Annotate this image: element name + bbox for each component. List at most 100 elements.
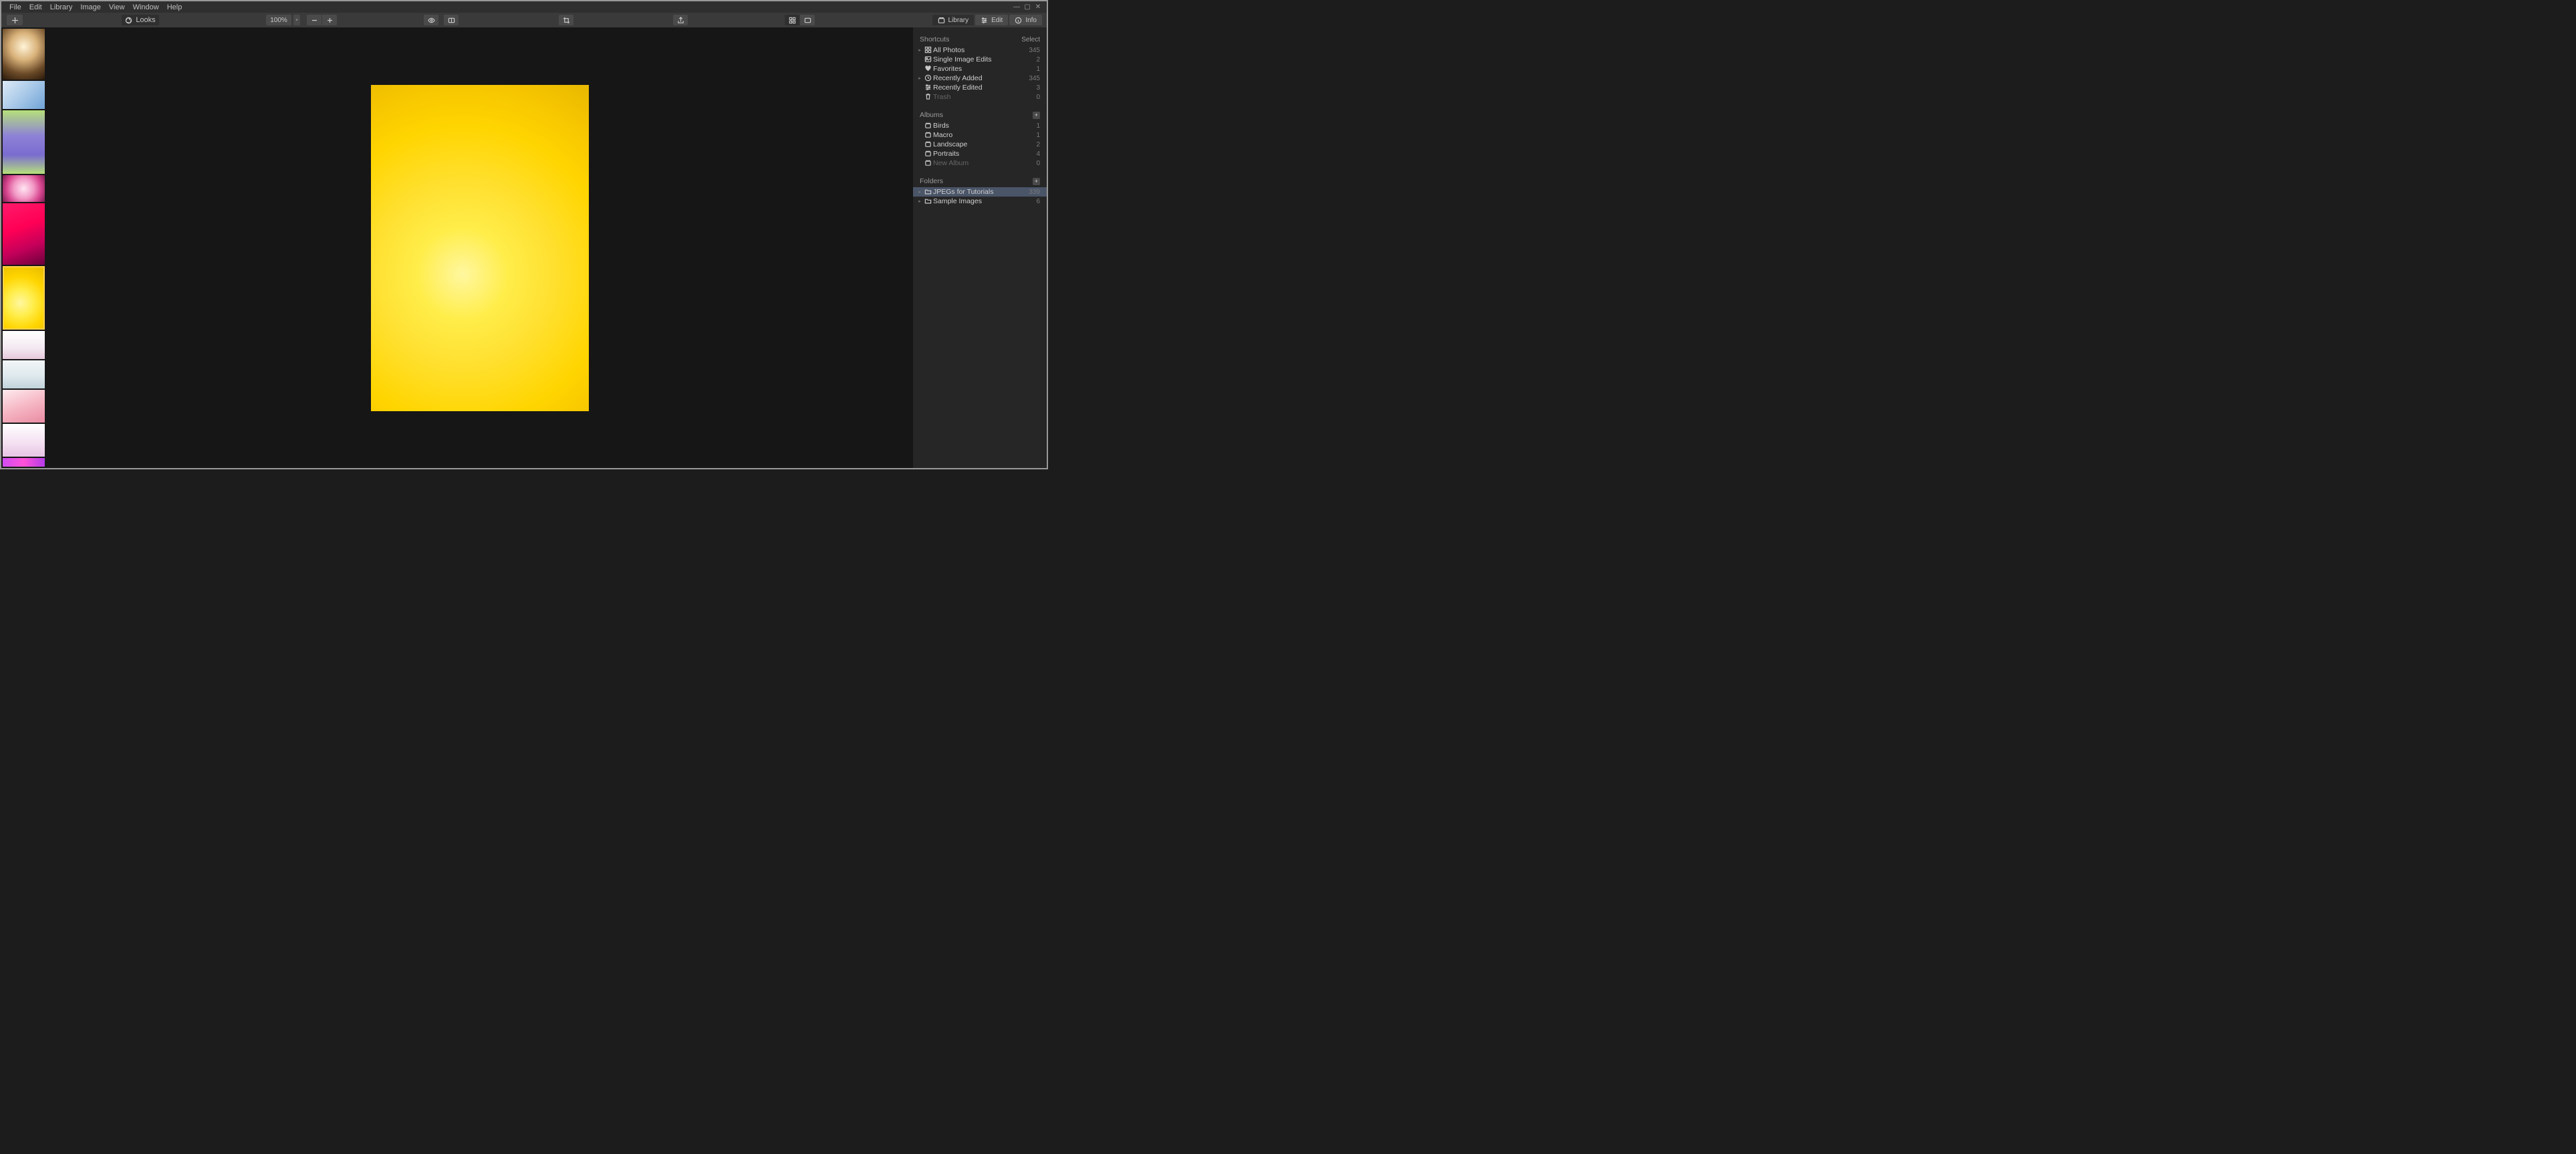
shortcut-item[interactable]: Single Image Edits2 — [913, 55, 1047, 64]
row-count: 1 — [1036, 66, 1040, 73]
crop-button[interactable] — [559, 15, 573, 25]
preview-toggle-button[interactable] — [424, 15, 438, 25]
library-panel: Shortcuts Select ▸All Photos345Single Im… — [913, 27, 1047, 468]
aperture-icon — [125, 17, 132, 24]
shortcuts-header: Shortcuts Select — [913, 31, 1047, 45]
add-folder-button[interactable]: + — [1033, 178, 1040, 185]
expand-arrow[interactable]: ▸ — [917, 189, 922, 195]
expand-arrow[interactable]: ▸ — [917, 199, 922, 204]
zoom-dropdown[interactable]: ▾ — [293, 15, 300, 25]
album-icon — [922, 140, 933, 149]
row-count: 339 — [1029, 189, 1040, 196]
album-icon — [922, 122, 933, 130]
crop-icon — [563, 17, 570, 24]
looks-label: Looks — [136, 16, 155, 24]
row-count: 4 — [1036, 150, 1040, 158]
album-item[interactable]: Birds1 — [913, 121, 1047, 130]
shortcut-item[interactable]: Recently Edited3 — [913, 83, 1047, 92]
sliders-icon — [922, 84, 933, 92]
album-icon — [922, 131, 933, 140]
menu-view[interactable]: View — [105, 3, 129, 11]
expand-arrow[interactable]: ▸ — [917, 47, 922, 53]
row-count: 1 — [1036, 132, 1040, 139]
heart-icon — [922, 65, 933, 74]
row-count: 2 — [1036, 56, 1040, 64]
thumbnail[interactable] — [3, 458, 45, 467]
mode-library[interactable]: Library — [932, 15, 975, 25]
row-label: Landscape — [933, 140, 1036, 148]
row-count: 345 — [1029, 47, 1040, 54]
thumbnail[interactable] — [3, 81, 45, 109]
share-icon — [677, 17, 684, 24]
menu-library[interactable]: Library — [46, 3, 77, 11]
looks-button[interactable]: Looks — [122, 15, 159, 25]
row-label: Trash — [933, 93, 1036, 101]
row-count: 2 — [1036, 141, 1040, 148]
row-label: Macro — [933, 131, 1036, 139]
thumbnail[interactable] — [3, 331, 45, 359]
thumbnail[interactable] — [3, 390, 45, 423]
add-album-button[interactable]: + — [1033, 112, 1040, 119]
single-view-button[interactable] — [800, 15, 815, 25]
thumbnail[interactable] — [3, 360, 45, 388]
compare-button[interactable] — [444, 15, 459, 25]
library-icon — [938, 17, 945, 24]
zoom-level[interactable]: 100% — [266, 15, 291, 25]
shortcut-item[interactable]: ▸ Recently Added345 — [913, 74, 1047, 83]
thumbnail[interactable] — [3, 424, 45, 457]
minimize-button[interactable]: — — [1013, 3, 1020, 11]
export-button[interactable] — [673, 15, 688, 25]
shortcut-item[interactable]: Favorites1 — [913, 64, 1047, 74]
row-label: New Album — [933, 159, 1036, 167]
mode-edit[interactable]: Edit — [975, 15, 1008, 25]
row-label: All Photos — [933, 46, 1029, 54]
row-count: 1 — [1036, 122, 1040, 130]
folder-item[interactable]: ▸JPEGs for Tutorials339 — [913, 187, 1047, 197]
folder-item[interactable]: ▸Sample Images6 — [913, 197, 1047, 206]
row-count: 0 — [1036, 94, 1040, 101]
add-button[interactable] — [7, 15, 23, 25]
close-button[interactable]: ✕ — [1035, 3, 1041, 11]
plus-icon — [326, 17, 334, 24]
menu-edit[interactable]: Edit — [25, 3, 46, 11]
thumbnail[interactable] — [3, 29, 45, 80]
album-item[interactable]: Portraits4 — [913, 149, 1047, 158]
album-item[interactable]: New Album0 — [913, 158, 1047, 168]
info-icon — [1015, 17, 1022, 24]
album-item[interactable]: Macro1 — [913, 130, 1047, 140]
album-icon — [922, 150, 933, 158]
album-icon — [922, 159, 933, 168]
main-area: Shortcuts Select ▸All Photos345Single Im… — [1, 27, 1047, 468]
albums-header: Albums + — [913, 107, 1047, 121]
select-link[interactable]: Select — [1021, 36, 1040, 43]
canvas[interactable] — [46, 27, 913, 468]
shortcut-item[interactable]: Trash0 — [913, 92, 1047, 102]
image-icon — [922, 55, 933, 64]
menu-file[interactable]: File — [5, 3, 25, 11]
menu-help[interactable]: Help — [163, 3, 186, 11]
shortcut-item[interactable]: ▸ All Photos345 — [913, 45, 1047, 55]
row-label: Portraits — [933, 150, 1036, 158]
thumbnail[interactable] — [3, 110, 45, 174]
trash-icon — [922, 93, 933, 102]
thumbnail[interactable] — [3, 175, 45, 202]
row-label: Single Image Edits — [933, 55, 1036, 64]
zoom-in-button[interactable] — [322, 15, 337, 25]
row-label: Favorites — [933, 65, 1036, 73]
maximize-button[interactable]: ▢ — [1024, 3, 1031, 11]
grid-view-button[interactable] — [785, 15, 799, 25]
row-count: 6 — [1036, 198, 1040, 205]
expand-arrow[interactable]: ▸ — [917, 76, 922, 81]
split-view-icon — [448, 17, 455, 24]
row-count: 345 — [1029, 75, 1040, 82]
sliders-icon — [981, 17, 988, 24]
thumbnail[interactable] — [3, 266, 45, 330]
mode-info[interactable]: Info — [1009, 15, 1042, 25]
filmstrip[interactable] — [1, 27, 46, 468]
menu-window[interactable]: Window — [129, 3, 163, 11]
menu-image[interactable]: Image — [76, 3, 105, 11]
row-label: Recently Added — [933, 74, 1029, 82]
zoom-out-button[interactable] — [307, 15, 321, 25]
album-item[interactable]: Landscape2 — [913, 140, 1047, 149]
thumbnail[interactable] — [3, 203, 45, 265]
